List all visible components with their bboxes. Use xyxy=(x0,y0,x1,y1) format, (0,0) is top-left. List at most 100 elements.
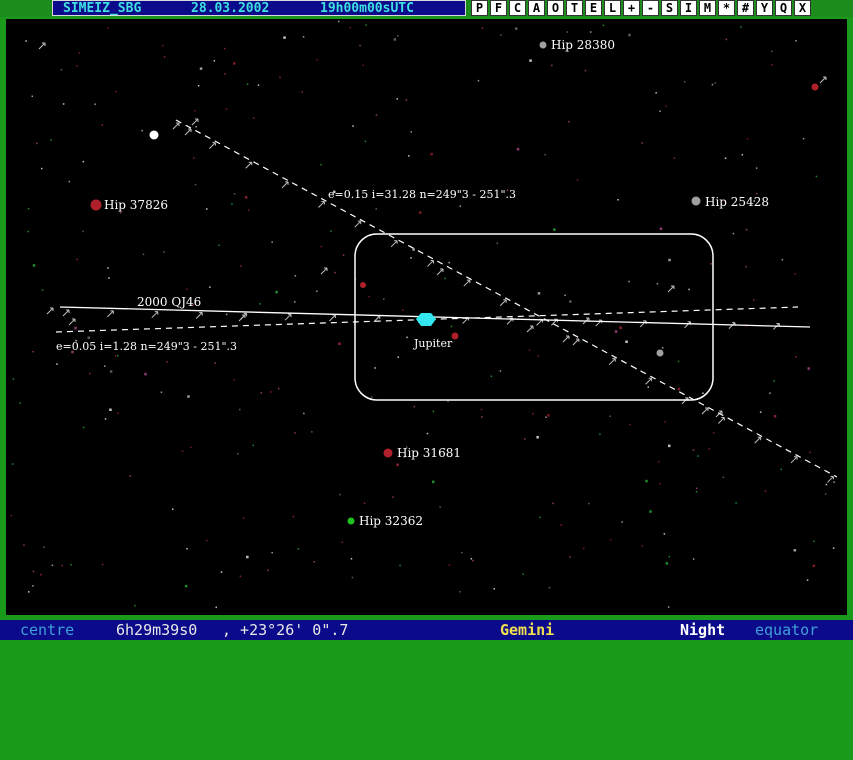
toolbar-button-q[interactable]: Q xyxy=(775,0,792,16)
background-star xyxy=(657,461,660,463)
background-star xyxy=(294,275,297,277)
background-star xyxy=(568,120,570,123)
background-star xyxy=(609,538,612,541)
toolbar-button-m[interactable]: M xyxy=(699,0,716,16)
background-star xyxy=(735,502,737,504)
toolbar-button-e[interactable]: E xyxy=(585,0,602,16)
background-star xyxy=(649,510,652,513)
background-star xyxy=(233,378,236,381)
motion-arrow xyxy=(684,321,692,329)
background-star xyxy=(246,83,249,85)
background-star xyxy=(190,446,192,449)
background-star xyxy=(564,294,566,297)
background-star xyxy=(32,350,34,353)
toolbar-button-o[interactable]: O xyxy=(547,0,564,16)
toolbar-button-f[interactable]: F xyxy=(490,0,507,16)
background-star xyxy=(481,27,484,29)
background-star xyxy=(628,33,631,37)
background-star xyxy=(392,496,394,498)
toolbar-button-t[interactable]: T xyxy=(566,0,583,16)
background-star xyxy=(472,559,474,562)
background-star xyxy=(656,282,659,285)
toolbar-button-c[interactable]: C xyxy=(509,0,526,16)
sky-chart[interactable]: Hip 28380 Hip 37826 Hip 25428 Hip 31681 … xyxy=(6,19,847,615)
background-star xyxy=(399,564,401,567)
toolbar-button-p[interactable]: P xyxy=(471,0,488,16)
star-hip-25428[interactable] xyxy=(691,196,701,206)
motion-arrow xyxy=(499,299,507,307)
background-star xyxy=(134,604,136,607)
label-asteroid-2000-qj46: 2000 QJ46 xyxy=(137,295,201,309)
background-star xyxy=(692,558,695,560)
background-star xyxy=(330,230,332,232)
background-star xyxy=(584,69,587,72)
background-star xyxy=(186,548,188,550)
star-red-corner[interactable] xyxy=(811,83,819,91)
background-star xyxy=(621,521,623,523)
motion-arrow xyxy=(209,142,216,149)
label-hip-32362: Hip 32362 xyxy=(359,514,423,528)
star-red-near-jupiter[interactable] xyxy=(451,332,459,340)
star-gray-in-frame[interactable] xyxy=(656,349,664,357)
background-star xyxy=(432,410,435,413)
background-star xyxy=(397,35,399,37)
background-star xyxy=(695,491,698,493)
display-mode[interactable]: Night xyxy=(680,620,725,640)
background-star xyxy=(740,26,742,28)
background-star xyxy=(187,395,190,398)
star-hip-32362[interactable] xyxy=(347,517,355,525)
background-star xyxy=(673,157,676,159)
jupiter-marker[interactable] xyxy=(416,313,436,326)
background-star xyxy=(406,336,408,339)
toolbar-button-i[interactable]: I xyxy=(680,0,697,16)
background-star xyxy=(194,110,196,112)
background-star xyxy=(432,480,435,484)
zoom-in-button[interactable]: + xyxy=(623,0,640,16)
background-star xyxy=(393,38,397,41)
motion-arrow xyxy=(195,312,203,319)
background-star xyxy=(710,263,712,265)
background-star xyxy=(771,50,773,53)
background-star xyxy=(89,372,91,375)
star-hip-37826[interactable] xyxy=(90,199,102,211)
background-star xyxy=(795,40,797,42)
toolbar-button-s[interactable]: S xyxy=(661,0,678,16)
label-orbit-2: e=0.05 i=1.28 n=249"3 - 251".3 xyxy=(56,340,237,353)
background-star xyxy=(60,69,63,71)
toolbar-button-l[interactable]: L xyxy=(604,0,621,16)
observatory-name: SIMEIZ_SBG xyxy=(63,1,142,16)
background-star xyxy=(771,64,773,66)
background-star xyxy=(444,277,446,280)
background-star xyxy=(499,370,502,372)
star-bright-white[interactable] xyxy=(149,130,159,140)
background-star xyxy=(365,24,367,26)
motion-arrow xyxy=(184,128,192,136)
background-star xyxy=(101,124,104,126)
grid-button[interactable]: # xyxy=(737,0,754,16)
background-star xyxy=(794,273,796,275)
background-star xyxy=(807,367,810,370)
background-star xyxy=(253,117,255,119)
background-star xyxy=(27,230,29,233)
background-star xyxy=(516,147,520,151)
background-star xyxy=(769,392,771,394)
field-of-view-frame[interactable] xyxy=(354,233,714,401)
background-star xyxy=(338,20,340,23)
close-button[interactable]: X xyxy=(794,0,811,16)
motion-arrow xyxy=(281,181,289,189)
background-star xyxy=(271,241,273,243)
background-star xyxy=(11,463,14,465)
background-star xyxy=(163,56,166,58)
zoom-out-button[interactable]: - xyxy=(642,0,659,16)
background-star xyxy=(702,392,704,394)
background-star xyxy=(725,38,728,41)
toolbar-button-a[interactable]: A xyxy=(528,0,545,16)
toolbar-button-y[interactable]: Y xyxy=(756,0,773,16)
star-red-small[interactable] xyxy=(360,282,366,288)
star-hip-28380[interactable] xyxy=(539,41,547,49)
star-hip-31681[interactable] xyxy=(383,448,393,458)
coordinate-system[interactable]: equator xyxy=(755,620,818,640)
toolbar-button-star[interactable]: * xyxy=(718,0,735,16)
background-star xyxy=(566,31,569,33)
background-star xyxy=(602,24,605,27)
